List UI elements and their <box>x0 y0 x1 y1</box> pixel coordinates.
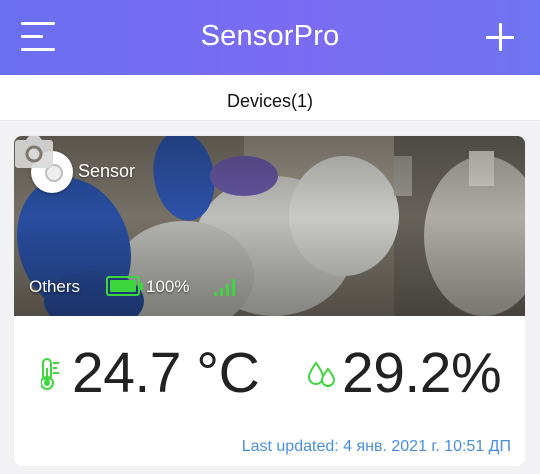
battery-icon <box>106 276 143 296</box>
signal-strength-icon <box>214 278 238 296</box>
device-photo[interactable]: Sensor Others 100% <box>14 136 525 316</box>
add-device-button[interactable] <box>486 23 514 51</box>
last-updated-text: Last updated: 4 янв. 2021 г. 10:51 ДП <box>241 438 511 455</box>
app-title: SensorPro <box>200 20 340 52</box>
device-card[interactable]: Sensor Others 100% 24.7 °C 29.2% Last up… <box>14 136 525 466</box>
device-name: Sensor <box>78 161 136 181</box>
humidity-value: 29.2% <box>342 341 502 405</box>
device-group-label: Others <box>29 277 81 296</box>
app-header: SensorPro <box>0 0 540 75</box>
tab-devices[interactable]: Devices(1) <box>227 91 313 112</box>
temperature-value: 24.7 °C <box>72 341 260 405</box>
thermometer-icon <box>41 358 59 390</box>
battery-level: 100% <box>146 277 190 296</box>
camera-icon[interactable] <box>14 136 54 168</box>
devices-tab-bar: Devices(1) <box>0 75 540 121</box>
humidity-icon <box>307 361 336 387</box>
